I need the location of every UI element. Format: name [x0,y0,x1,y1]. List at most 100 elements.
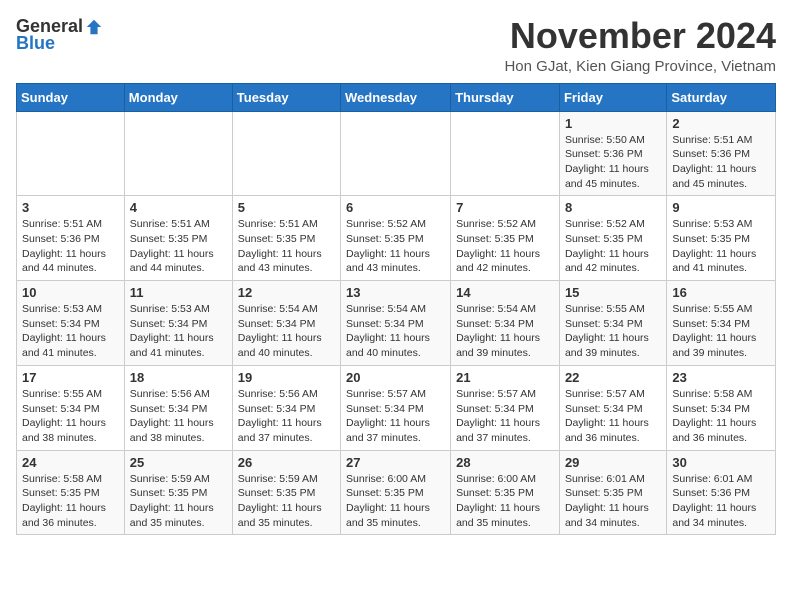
calendar-header-sunday: Sunday [17,83,125,111]
day-number: 11 [130,285,227,300]
calendar-cell: 15 Sunrise: 5:55 AMSunset: 5:34 PMDayligh… [559,281,666,366]
calendar-week-row: 24 Sunrise: 5:58 AMSunset: 5:35 PMDayligh… [17,450,776,535]
day-number: 28 [456,455,554,470]
day-number: 23 [672,370,770,385]
calendar-table: SundayMondayTuesdayWednesdayThursdayFrid… [16,83,776,536]
day-info: Sunrise: 5:53 AMSunset: 5:35 PMDaylight:… [672,217,770,276]
day-info: Sunrise: 5:54 AMSunset: 5:34 PMDaylight:… [346,302,445,361]
day-number: 13 [346,285,445,300]
calendar-cell: 27Sunrise: 6:00 AMSunset: 5:35 PMDayligh… [341,450,451,535]
calendar-cell: 7Sunrise: 5:52 AMSunset: 5:35 PMDaylight… [451,196,560,281]
day-info: Sunrise: 5:57 AMSunset: 5:34 PMDaylight:… [346,387,445,446]
day-info: Sunrise: 5:53 AMSunset: 5:34 PMDaylight:… [130,302,227,361]
calendar-cell: 11 Sunrise: 5:53 AMSunset: 5:34 PMDayligh… [124,281,232,366]
calendar-header-friday: Friday [559,83,666,111]
day-info: Sunrise: 5:55 AMSunset: 5:34 PMDaylight:… [565,302,661,361]
day-number: 4 [130,200,227,215]
calendar-cell: 12 Sunrise: 5:54 AMSunset: 5:34 PMDayligh… [232,281,340,366]
location-subtitle: Hon GJat, Kien Giang Province, Vietnam [504,58,776,75]
day-number: 2 [672,116,770,131]
calendar-cell: 21 Sunrise: 5:57 AMSunset: 5:34 PMDayligh… [451,365,560,450]
calendar-cell: 1 Sunrise: 5:50 AMSunset: 5:36 PMDaylight… [559,111,666,196]
calendar-cell: 9Sunrise: 5:53 AMSunset: 5:35 PMDaylight… [667,196,776,281]
calendar-cell: 5Sunrise: 5:51 AMSunset: 5:35 PMDaylight… [232,196,340,281]
day-info: Sunrise: 5:56 AMSunset: 5:34 PMDaylight:… [130,387,227,446]
day-number: 20 [346,370,445,385]
calendar-cell: 17Sunrise: 5:55 AMSunset: 5:34 PMDayligh… [17,365,125,450]
day-number: 14 [456,285,554,300]
calendar-cell: 8 Sunrise: 5:52 AMSunset: 5:35 PMDaylight… [559,196,666,281]
day-number: 15 [565,285,661,300]
calendar-cell: 2Sunrise: 5:51 AMSunset: 5:36 PMDaylight… [667,111,776,196]
day-info: Sunrise: 5:51 AMSunset: 5:35 PMDaylight:… [130,217,227,276]
month-title: November 2024 [504,16,776,56]
day-info: Sunrise: 5:57 AMSunset: 5:34 PMDaylight:… [565,387,661,446]
calendar-cell: 3Sunrise: 5:51 AMSunset: 5:36 PMDaylight… [17,196,125,281]
day-number: 22 [565,370,661,385]
calendar-cell: 30Sunrise: 6:01 AMSunset: 5:36 PMDayligh… [667,450,776,535]
day-number: 1 [565,116,661,131]
day-info: Sunrise: 5:57 AMSunset: 5:34 PMDaylight:… [456,387,554,446]
logo-blue-text: Blue [16,33,55,53]
day-info: Sunrise: 6:01 AMSunset: 5:35 PMDaylight:… [565,472,661,531]
day-info: Sunrise: 5:55 AMSunset: 5:34 PMDaylight:… [672,302,770,361]
day-info: Sunrise: 5:52 AMSunset: 5:35 PMDaylight:… [456,217,554,276]
calendar-cell: 16 Sunrise: 5:55 AMSunset: 5:34 PMDayligh… [667,281,776,366]
day-info: Sunrise: 6:00 AMSunset: 5:35 PMDaylight:… [456,472,554,531]
day-number: 26 [238,455,335,470]
page-header: General Blue November 2024 Hon GJat, Kie… [16,16,776,75]
day-info: Sunrise: 5:53 AMSunset: 5:34 PMDaylight:… [22,302,119,361]
logo: General Blue [16,16,103,54]
calendar-header-row: SundayMondayTuesdayWednesdayThursdayFrid… [17,83,776,111]
day-number: 16 [672,285,770,300]
calendar-cell: 20 Sunrise: 5:57 AMSunset: 5:34 PMDayligh… [341,365,451,450]
day-number: 8 [565,200,661,215]
day-info: Sunrise: 5:56 AMSunset: 5:34 PMDaylight:… [238,387,335,446]
calendar-cell [341,111,451,196]
day-info: Sunrise: 6:01 AMSunset: 5:36 PMDaylight:… [672,472,770,531]
calendar-header-tuesday: Tuesday [232,83,340,111]
calendar-cell [232,111,340,196]
calendar-cell [17,111,125,196]
calendar-cell: 18 Sunrise: 5:56 AMSunset: 5:34 PMDayligh… [124,365,232,450]
title-block: November 2024 Hon GJat, Kien Giang Provi… [504,16,776,75]
day-number: 29 [565,455,661,470]
day-info: Sunrise: 5:54 AMSunset: 5:34 PMDaylight:… [238,302,335,361]
calendar-header-wednesday: Wednesday [341,83,451,111]
day-info: Sunrise: 5:52 AMSunset: 5:35 PMDaylight:… [565,217,661,276]
day-number: 19 [238,370,335,385]
calendar-cell: 28 Sunrise: 6:00 AMSunset: 5:35 PMDayligh… [451,450,560,535]
day-info: Sunrise: 5:52 AMSunset: 5:35 PMDaylight:… [346,217,445,276]
day-number: 12 [238,285,335,300]
day-number: 18 [130,370,227,385]
calendar-cell: 14 Sunrise: 5:54 AMSunset: 5:34 PMDayligh… [451,281,560,366]
day-info: Sunrise: 5:50 AMSunset: 5:36 PMDaylight:… [565,133,661,192]
calendar-cell: 6Sunrise: 5:52 AMSunset: 5:35 PMDaylight… [341,196,451,281]
logo-icon [85,18,103,36]
calendar-week-row: 10 Sunrise: 5:53 AMSunset: 5:34 PMDayligh… [17,281,776,366]
day-info: Sunrise: 5:59 AMSunset: 5:35 PMDaylight:… [130,472,227,531]
calendar-header-thursday: Thursday [451,83,560,111]
calendar-cell: 4 Sunrise: 5:51 AMSunset: 5:35 PMDaylight… [124,196,232,281]
calendar-cell [451,111,560,196]
day-number: 24 [22,455,119,470]
day-number: 27 [346,455,445,470]
calendar-week-row: 1 Sunrise: 5:50 AMSunset: 5:36 PMDaylight… [17,111,776,196]
day-info: Sunrise: 5:58 AMSunset: 5:34 PMDaylight:… [672,387,770,446]
day-info: Sunrise: 5:55 AMSunset: 5:34 PMDaylight:… [22,387,119,446]
calendar-cell: 23 Sunrise: 5:58 AMSunset: 5:34 PMDayligh… [667,365,776,450]
calendar-week-row: 3Sunrise: 5:51 AMSunset: 5:36 PMDaylight… [17,196,776,281]
day-info: Sunrise: 5:58 AMSunset: 5:35 PMDaylight:… [22,472,119,531]
calendar-cell: 26 Sunrise: 5:59 AMSunset: 5:35 PMDayligh… [232,450,340,535]
calendar-header-monday: Monday [124,83,232,111]
calendar-header-saturday: Saturday [667,83,776,111]
day-info: Sunrise: 5:51 AMSunset: 5:36 PMDaylight:… [22,217,119,276]
calendar-cell: 10 Sunrise: 5:53 AMSunset: 5:34 PMDayligh… [17,281,125,366]
day-info: Sunrise: 5:51 AMSunset: 5:35 PMDaylight:… [238,217,335,276]
day-number: 10 [22,285,119,300]
calendar-week-row: 17Sunrise: 5:55 AMSunset: 5:34 PMDayligh… [17,365,776,450]
day-info: Sunrise: 5:59 AMSunset: 5:35 PMDaylight:… [238,472,335,531]
day-info: Sunrise: 5:54 AMSunset: 5:34 PMDaylight:… [456,302,554,361]
calendar-cell: 29 Sunrise: 6:01 AMSunset: 5:35 PMDayligh… [559,450,666,535]
day-number: 21 [456,370,554,385]
